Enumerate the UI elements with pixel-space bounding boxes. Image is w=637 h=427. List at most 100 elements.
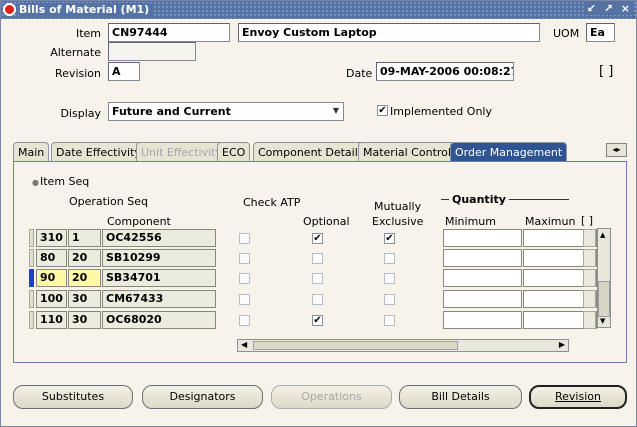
item-label: Item xyxy=(75,27,101,40)
col-maximum: Maximun xyxy=(525,215,576,228)
tab-scroll-icon[interactable]: ◂▸ xyxy=(606,143,627,157)
implemented-only-checkbox[interactable]: ✔ xyxy=(377,105,388,116)
component-cell[interactable]: SB34701 xyxy=(102,269,216,287)
tab-material-control[interactable]: Material Control xyxy=(358,142,456,162)
date-field[interactable]: 09-MAY-2006 00:08:27 xyxy=(376,62,514,81)
item-field[interactable]: CN97444 xyxy=(108,23,230,42)
chevron-down-icon: ▼ xyxy=(332,106,339,115)
tab-component-details[interactable]: Component Details xyxy=(253,142,369,162)
mutually-exclusive-checkbox[interactable] xyxy=(384,253,395,264)
oracle-logo-icon xyxy=(3,3,16,16)
item-seq-cell[interactable]: 80 xyxy=(36,249,67,267)
operation-seq-cell[interactable]: 30 xyxy=(68,290,101,308)
revision-button[interactable]: Revision xyxy=(529,385,627,409)
row-flexfield-cell[interactable] xyxy=(583,290,596,308)
bill-details-button[interactable]: Bill Details xyxy=(399,385,522,409)
descriptive-flexfield-bracket[interactable]: [ ] xyxy=(599,64,613,79)
item-seq-cell[interactable]: 110 xyxy=(36,311,67,329)
scroll-right-icon[interactable]: ▶ xyxy=(559,340,565,349)
scroll-down-icon[interactable]: ▼ xyxy=(600,317,605,325)
minimum-cell[interactable] xyxy=(443,290,522,308)
row-indicator[interactable] xyxy=(29,249,34,267)
col-item-seq: Item Seq xyxy=(40,175,90,188)
check-atp-checkbox[interactable] xyxy=(239,273,250,284)
item-seq-cell[interactable]: 90 xyxy=(36,269,67,287)
operation-seq-cell[interactable]: 30 xyxy=(68,311,101,329)
mutually-exclusive-checkbox[interactable] xyxy=(384,294,395,305)
bullet-icon: ● xyxy=(32,178,39,187)
designators-button[interactable]: Designators xyxy=(142,385,263,409)
tab-main[interactable]: Main xyxy=(13,142,50,162)
window-title: Bills of Material (M1) xyxy=(19,3,154,16)
alternate-label: Alternate xyxy=(50,46,101,59)
item-description-field[interactable]: Envoy Custom Laptop xyxy=(238,23,540,42)
optional-checkbox[interactable] xyxy=(312,273,323,284)
minimum-cell[interactable] xyxy=(443,229,522,247)
vertical-scrollbar[interactable]: ▲ ▼ xyxy=(597,228,611,328)
col-mutually-exclusive-line2: Exclusive xyxy=(372,215,424,228)
tab-date-effectivity[interactable]: Date Effectivity xyxy=(51,142,146,162)
designators-button-label: Designators xyxy=(169,390,236,403)
operation-seq-cell[interactable]: 20 xyxy=(68,269,101,287)
check-atp-checkbox[interactable] xyxy=(239,253,250,264)
uom-label: UOM xyxy=(553,27,580,40)
display-select-value: Future and Current xyxy=(112,105,231,118)
optional-checkbox[interactable]: ✔ xyxy=(312,233,323,244)
minimum-cell[interactable] xyxy=(443,249,522,267)
row-flexfield-cell[interactable] xyxy=(583,249,596,267)
component-cell[interactable]: OC68020 xyxy=(102,311,216,329)
mutually-exclusive-checkbox[interactable] xyxy=(384,273,395,284)
row-indicator[interactable] xyxy=(29,269,34,287)
revision-button-label: Revision xyxy=(555,390,601,403)
row-flexfield-cell[interactable] xyxy=(583,229,596,247)
title-bar[interactable]: Bills of Material (M1) ↙ ↗ × xyxy=(1,1,636,19)
operations-button-label: Operations xyxy=(301,390,362,403)
operation-seq-cell[interactable]: 20 xyxy=(68,249,101,267)
col-optional: Optional xyxy=(303,215,350,228)
check-atp-checkbox[interactable] xyxy=(239,294,250,305)
col-mutually-exclusive-line1: Mutually xyxy=(374,200,422,213)
revision-field[interactable]: A xyxy=(108,62,140,81)
tab-unit-effectivity[interactable]: Unit Effectivity xyxy=(136,142,227,162)
h-scroll-thumb[interactable] xyxy=(253,341,458,350)
operations-button[interactable]: Operations xyxy=(271,385,392,409)
component-cell[interactable]: SB10299 xyxy=(102,249,216,267)
row-flexfield-cell[interactable] xyxy=(583,311,596,329)
item-seq-cell[interactable]: 310 xyxy=(36,229,67,247)
check-atp-checkbox[interactable] xyxy=(239,315,250,326)
uom-field[interactable]: Ea xyxy=(586,23,615,42)
col-check-atp: Check ATP xyxy=(243,196,301,209)
optional-checkbox[interactable] xyxy=(312,294,323,305)
optional-checkbox[interactable]: ✔ xyxy=(312,315,323,326)
scroll-thumb[interactable] xyxy=(598,281,610,317)
item-seq-cell[interactable]: 100 xyxy=(36,290,67,308)
component-cell[interactable]: OC42556 xyxy=(102,229,216,247)
row-indicator[interactable] xyxy=(29,229,34,247)
component-cell[interactable]: CM67433 xyxy=(102,290,216,308)
row-indicator[interactable] xyxy=(29,290,34,308)
alternate-field[interactable] xyxy=(108,42,196,61)
scroll-up-icon[interactable]: ▲ xyxy=(600,231,605,239)
col-component: Component xyxy=(107,215,171,228)
minimum-cell[interactable] xyxy=(443,269,522,287)
col-bracket: [ ] xyxy=(581,214,594,227)
substitutes-button[interactable]: Substitutes xyxy=(13,385,133,409)
optional-checkbox[interactable] xyxy=(312,253,323,264)
display-select[interactable]: Future and Current ▼ xyxy=(108,102,344,121)
horizontal-scrollbar[interactable]: ◀ ▶ xyxy=(237,339,569,352)
col-operation-seq: Operation Seq xyxy=(69,195,148,208)
check-atp-checkbox[interactable] xyxy=(239,233,250,244)
mutually-exclusive-checkbox[interactable] xyxy=(384,315,395,326)
scroll-left-icon[interactable]: ◀ xyxy=(241,340,247,349)
col-quantity: Quantity xyxy=(449,193,509,206)
tab-eco[interactable]: ECO xyxy=(217,142,251,162)
tab-order-management[interactable]: Order Management xyxy=(450,142,568,162)
display-label: Display xyxy=(60,107,101,120)
window-controls-icon[interactable]: ↙ ↗ × xyxy=(583,2,632,15)
row-indicator[interactable] xyxy=(29,311,34,329)
mutually-exclusive-checkbox[interactable]: ✔ xyxy=(384,233,395,244)
row-flexfield-cell[interactable] xyxy=(583,269,596,287)
revision-label: Revision xyxy=(55,67,101,80)
minimum-cell[interactable] xyxy=(443,311,522,329)
operation-seq-cell[interactable]: 1 xyxy=(68,229,101,247)
